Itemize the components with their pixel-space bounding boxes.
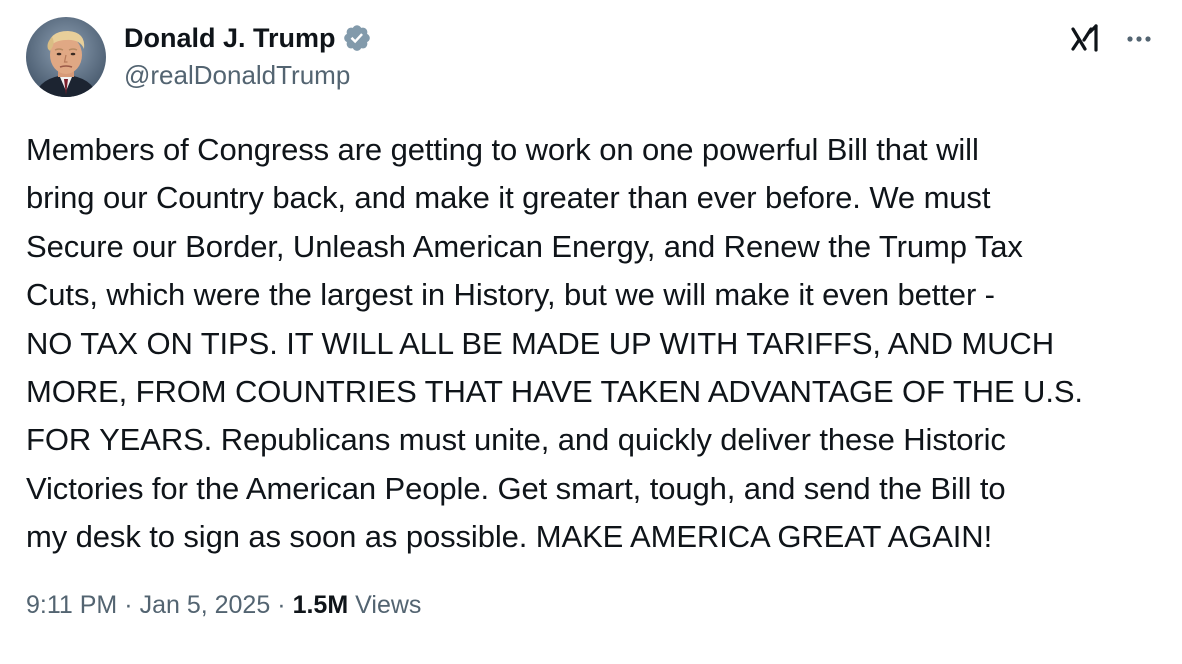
grok-icon[interactable] — [1070, 22, 1104, 56]
tweet-text-line: Cuts, which were the largest in History,… — [26, 277, 995, 313]
tweet-text-line: Secure our Border, Unleash American Ener… — [26, 228, 1023, 264]
meta-separator: · — [124, 591, 133, 619]
tweet-text-line: my desk to sign as soon as possible. MAK… — [26, 519, 993, 555]
meta-separator: · — [277, 591, 286, 619]
tweet-date[interactable]: Jan 5, 2025 — [140, 591, 271, 620]
tweet-card: Donald J. Trump @realDonaldTrump Members… — [0, 0, 1182, 664]
tweet-text: Members of Congress are getting to work … — [26, 126, 1161, 562]
author-handle[interactable]: @realDonaldTrump — [124, 60, 350, 91]
tweet-time[interactable]: 9:11 PM — [26, 591, 117, 620]
tweet-text-line: Victories for the American People. Get s… — [26, 470, 1006, 506]
tweet-text-line: MORE, FROM COUNTRIES THAT HAVE TAKEN ADV… — [26, 374, 1083, 410]
avatar[interactable] — [26, 17, 106, 97]
author-name-row: Donald J. Trump — [124, 21, 372, 55]
views-label[interactable]: Views — [355, 591, 421, 620]
tweet-text-line: Members of Congress are getting to work … — [26, 132, 979, 167]
more-icon[interactable] — [1122, 22, 1156, 56]
verified-badge-icon[interactable] — [342, 23, 372, 53]
avatar-image — [26, 17, 106, 97]
tweet-meta: 9:11 PM · Jan 5, 2025 · 1.5M Views — [26, 591, 421, 620]
views-count[interactable]: 1.5M — [293, 591, 349, 620]
tweet-text-line: bring our Country back, and make it grea… — [26, 180, 991, 216]
author-display-name[interactable]: Donald J. Trump — [124, 23, 336, 54]
tweet-text-line: FOR YEARS. Republicans must unite, and q… — [26, 422, 1006, 458]
tweet-text-line: NO TAX ON TIPS. IT WILL ALL BE MADE UP W… — [26, 325, 1054, 361]
